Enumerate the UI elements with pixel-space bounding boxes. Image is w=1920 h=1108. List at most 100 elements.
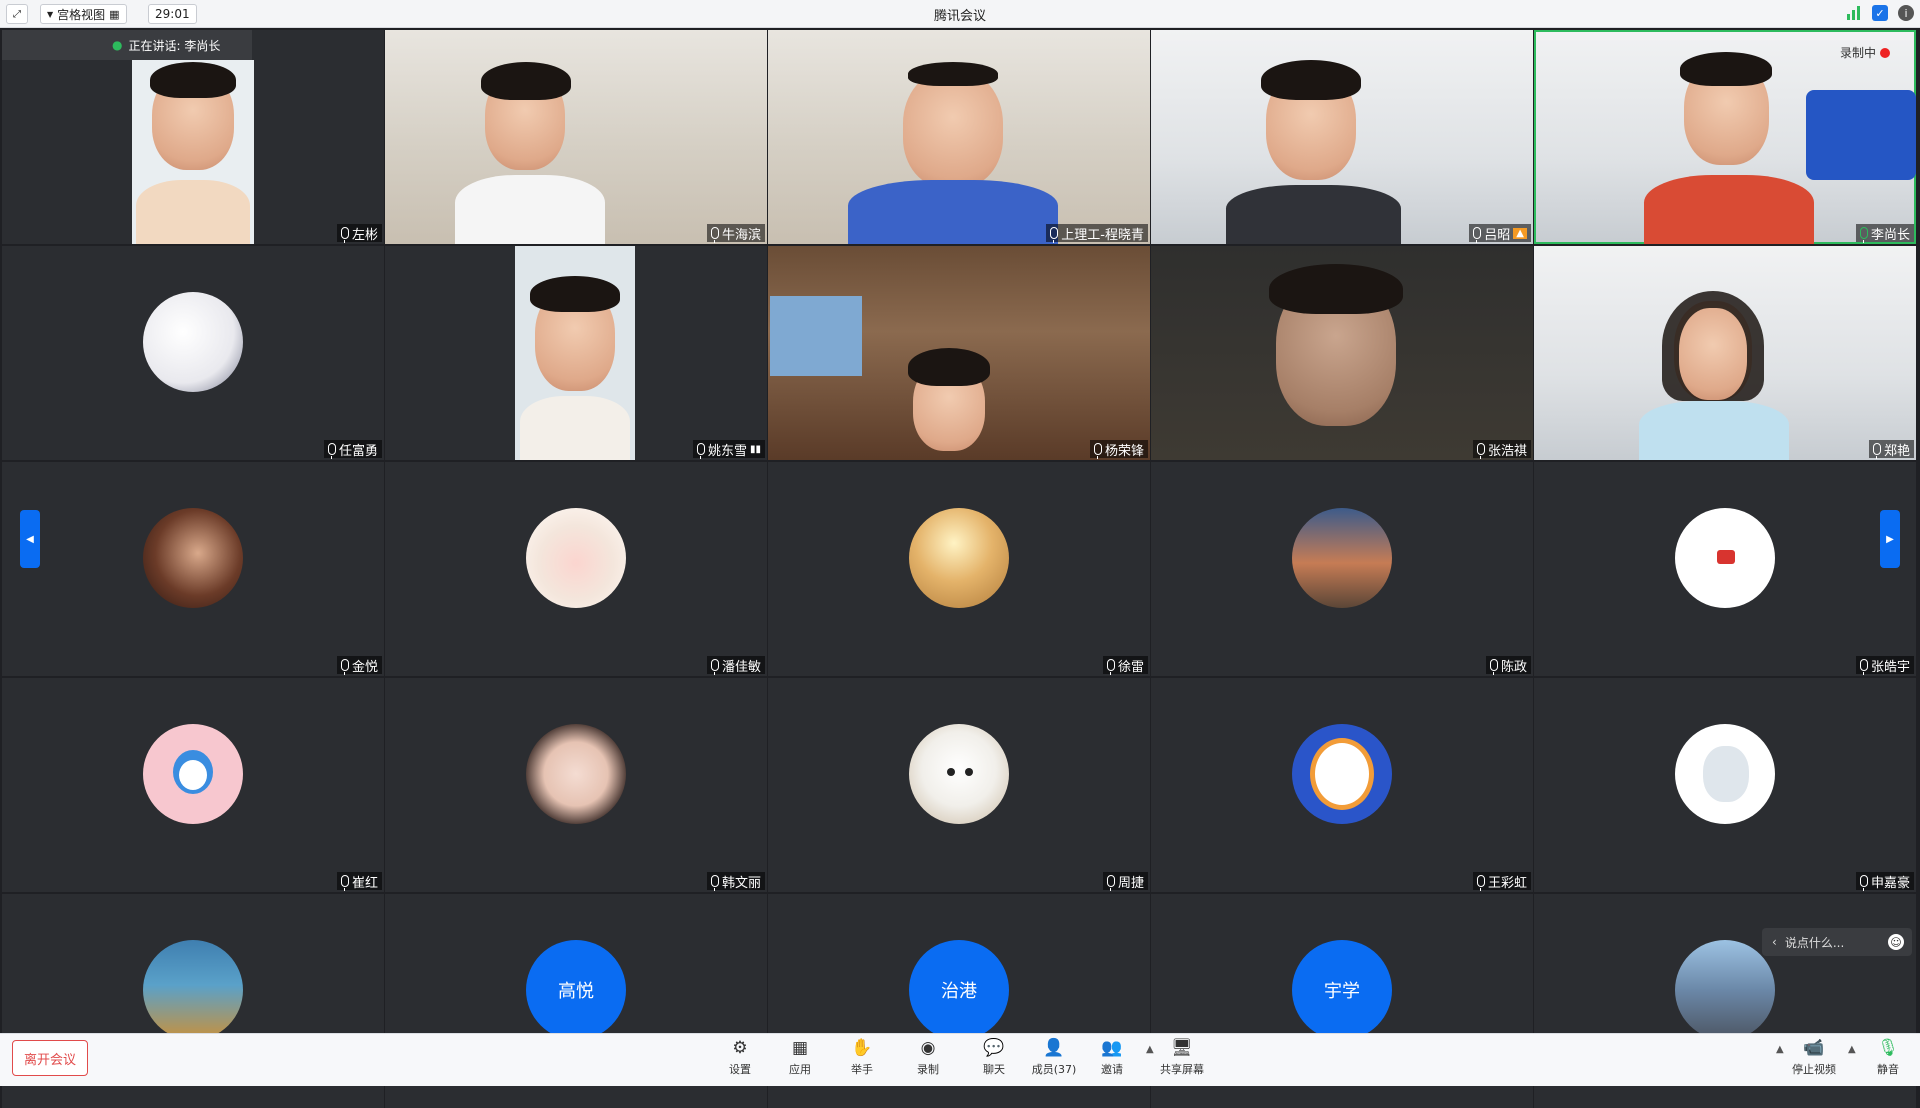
apps-grid-icon: ▦ xyxy=(791,1038,809,1058)
participant-tile[interactable]: 张浩祺 xyxy=(1151,246,1533,460)
participant-tile[interactable]: 周捷 xyxy=(768,678,1150,892)
participant-tile[interactable]: 姚东雪 ▮▮ xyxy=(385,246,767,460)
participant-avatar xyxy=(1292,724,1392,825)
participant-nametag: 申嘉豪 xyxy=(1855,872,1914,891)
participant-nametag: 金悦 xyxy=(336,656,382,675)
audio-options-caret-icon[interactable]: ▲ xyxy=(1848,1044,1856,1055)
participant-tile[interactable]: 任富勇 xyxy=(2,246,384,460)
participant-tile[interactable]: 陈政 xyxy=(1151,462,1533,676)
participant-tile[interactable]: 申嘉豪 xyxy=(1534,678,1916,892)
participant-nametag: 牛海滨 xyxy=(706,224,765,243)
microphone-icon: 🎙 xyxy=(1877,1038,1899,1058)
mic-icon xyxy=(1859,875,1868,891)
gear-icon: ⚙ xyxy=(732,1038,748,1058)
participant-tile[interactable]: 郑艳 xyxy=(1534,246,1916,460)
participant-nametag: 陈政 xyxy=(1485,656,1531,675)
participant-tile[interactable]: 张皓宇 xyxy=(1534,462,1916,676)
participant-tile[interactable]: 崔红 xyxy=(2,678,384,892)
stop-video-label: 停止视频 xyxy=(1792,1063,1836,1076)
participant-tile[interactable]: 潘佳敏 xyxy=(385,462,767,676)
participant-name: 申嘉豪 xyxy=(1870,875,1910,891)
speaking-mic-icon: ● xyxy=(112,38,123,52)
speaking-indicator: ● 正在讲话: 李尚长 xyxy=(2,30,252,60)
record-label: 录制 xyxy=(917,1063,939,1076)
mute-label: 静音 xyxy=(1877,1063,1899,1076)
emoji-icon[interactable]: ☺ xyxy=(1888,934,1904,950)
chat-quick-input[interactable]: ‹ 说点什么... ☺ xyxy=(1762,928,1912,956)
host-badge-icon: ▲ xyxy=(1513,227,1527,239)
raise-hand-button[interactable]: ✋ 举手 xyxy=(832,1038,892,1077)
participant-name: 牛海滨 xyxy=(721,227,761,243)
participant-tile[interactable]: ● 正在讲话: 李尚长 左彬 xyxy=(2,30,384,244)
mic-icon xyxy=(1859,659,1868,675)
avatar-initials: 治港 xyxy=(941,981,977,1003)
leave-meeting-button[interactable]: 离开会议 xyxy=(12,1040,88,1076)
mute-button[interactable]: 🎙 静音 xyxy=(1858,1038,1918,1077)
chevron-left-icon[interactable]: ‹ xyxy=(1772,935,1777,949)
mic-icon xyxy=(1859,227,1868,243)
record-button[interactable]: ◉ 录制 xyxy=(898,1038,958,1077)
share-screen-button[interactable]: 🖥 共享屏幕 xyxy=(1152,1038,1212,1077)
participant-tile[interactable]: 吕昭 ▲ xyxy=(1151,30,1533,244)
participant-name: 周捷 xyxy=(1117,875,1144,891)
participant-avatar xyxy=(143,292,243,393)
participant-tile[interactable]: 徐雷 xyxy=(768,462,1150,676)
participant-tile[interactable]: 金悦 xyxy=(2,462,384,676)
participant-avatar: 治港 xyxy=(909,940,1009,1041)
participant-tile[interactable]: 韩文丽 xyxy=(385,678,767,892)
participant-nametag: 张浩祺 xyxy=(1472,440,1531,459)
mic-icon xyxy=(340,227,349,243)
audio-level-icon: ▮▮ xyxy=(749,443,761,455)
chat-label: 聊天 xyxy=(983,1063,1005,1076)
participant-avatar xyxy=(143,508,243,609)
chevron-right-icon: ▶ xyxy=(1886,533,1894,545)
participant-tile[interactable]: 杨荣锋 xyxy=(768,246,1150,460)
prev-page-button[interactable]: ◀ xyxy=(20,510,40,568)
mic-icon xyxy=(710,659,719,675)
participant-name: 崔红 xyxy=(351,875,378,891)
participant-avatar xyxy=(143,940,243,1041)
participant-nametag: 郑艳 xyxy=(1868,440,1914,459)
invite-button[interactable]: 👥 邀请 xyxy=(1082,1038,1142,1077)
participant-tile[interactable]: 王彩虹 xyxy=(1151,678,1533,892)
participant-nametag: 上理工-程晓青 xyxy=(1046,224,1148,243)
participant-name: 杨荣锋 xyxy=(1104,443,1144,459)
settings-button[interactable]: ⚙ 设置 xyxy=(710,1038,770,1077)
video-grid: ● 正在讲话: 李尚长 左彬 牛海滨 上理工-程晓青 吕昭 ▲ 录制中 李尚长 … xyxy=(2,30,1918,1108)
security-shield-icon[interactable]: ✓ xyxy=(1872,5,1888,21)
participant-name: 陈政 xyxy=(1500,659,1527,675)
participant-name: 上理工-程晓青 xyxy=(1061,227,1144,243)
mic-icon xyxy=(1476,443,1485,459)
camera-icon: 📹 xyxy=(1803,1038,1825,1058)
video-options-caret-icon[interactable]: ▲ xyxy=(1776,1044,1784,1055)
chat-button[interactable]: 💬 聊天 xyxy=(964,1038,1024,1077)
mic-icon xyxy=(710,875,719,891)
add-user-icon: 👥 xyxy=(1101,1038,1123,1058)
participant-name: 韩文丽 xyxy=(721,875,761,891)
members-button[interactable]: 👤 成员(37) xyxy=(1024,1038,1084,1077)
participant-tile[interactable]: 牛海滨 xyxy=(385,30,767,244)
apps-label: 应用 xyxy=(789,1063,811,1076)
participant-nametag: 任富勇 xyxy=(323,440,382,459)
participant-avatar xyxy=(1675,940,1775,1041)
participant-name: 张浩祺 xyxy=(1487,443,1527,459)
chevron-left-icon: ◀ xyxy=(26,533,34,545)
mic-icon xyxy=(1872,443,1881,459)
apps-button[interactable]: ▦ 应用 xyxy=(770,1038,830,1077)
participant-avatar xyxy=(1675,724,1775,825)
participant-nametag: 徐雷 xyxy=(1102,656,1148,675)
next-page-button[interactable]: ▶ xyxy=(1880,510,1900,568)
mic-icon xyxy=(327,443,336,459)
mic-icon xyxy=(1473,227,1482,243)
signal-icon[interactable] xyxy=(1846,5,1862,21)
participant-avatar xyxy=(909,724,1009,825)
record-dot-icon xyxy=(1880,47,1890,58)
participant-tile-active-speaker[interactable]: 录制中 李尚长 xyxy=(1534,30,1916,244)
info-icon[interactable]: i xyxy=(1898,5,1914,21)
record-icon: ◉ xyxy=(920,1038,936,1058)
chat-icon: 💬 xyxy=(983,1038,1005,1058)
participant-avatar xyxy=(1675,508,1775,609)
participant-tile[interactable]: 上理工-程晓青 xyxy=(768,30,1150,244)
participant-nametag: 左彬 xyxy=(336,224,382,243)
stop-video-button[interactable]: 📹 停止视频 xyxy=(1784,1038,1844,1077)
